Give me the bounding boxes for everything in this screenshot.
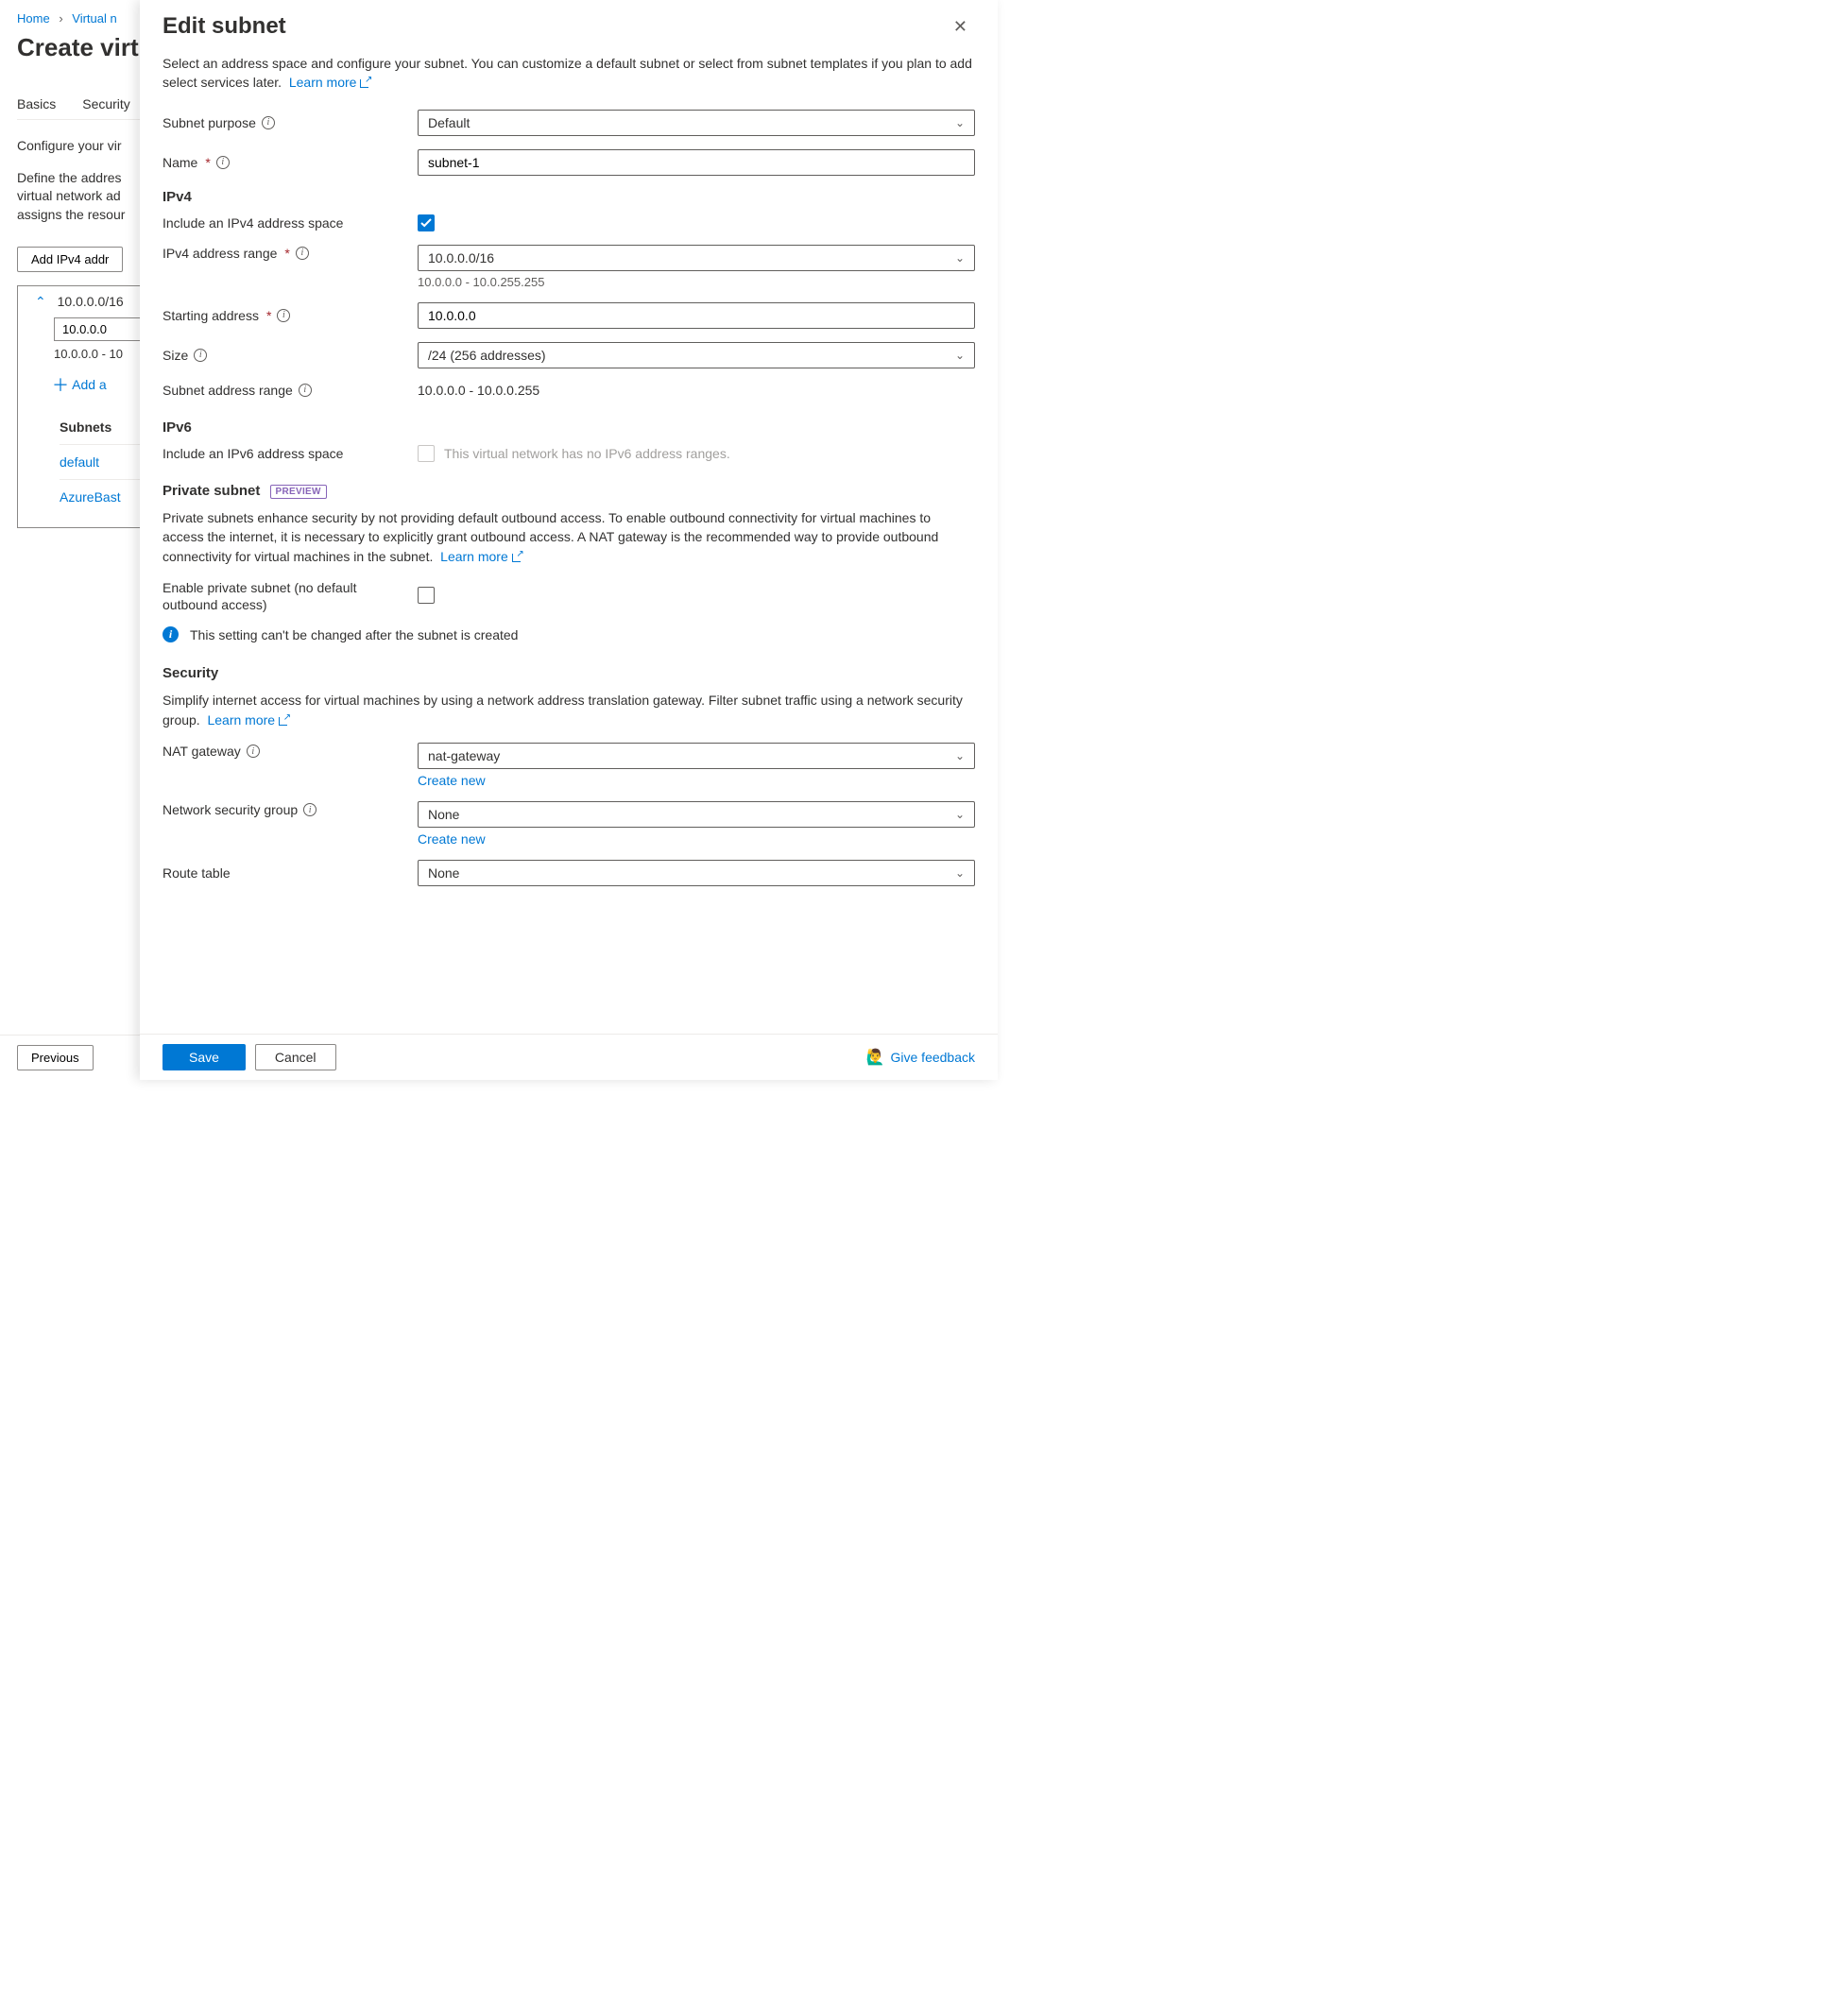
include-ipv4-checkbox[interactable] <box>418 214 435 231</box>
ipv4-range-select[interactable]: 10.0.0.0/16 ⌄ <box>418 245 975 271</box>
preview-badge: PREVIEW <box>270 485 327 499</box>
external-link-icon <box>279 715 289 726</box>
tab-basics[interactable]: Basics <box>17 89 56 119</box>
panel-footer: Save Cancel 🙋‍♂️ Give feedback <box>140 1034 998 1080</box>
name-label: Name* i <box>163 154 418 171</box>
include-ipv4-label: Include an IPv4 address space <box>163 214 418 231</box>
external-link-icon <box>512 552 522 562</box>
starting-address-label: Starting address* i <box>163 307 418 324</box>
learn-more-link[interactable]: Learn more <box>207 712 289 728</box>
panel-title: Edit subnet <box>163 13 286 40</box>
info-icon[interactable]: i <box>299 384 312 397</box>
chevron-down-icon: ⌄ <box>955 749 965 762</box>
tab-security[interactable]: Security <box>82 89 130 119</box>
add-ipv4-button[interactable]: Add IPv4 addr <box>17 247 123 272</box>
breadcrumb-virtual-networks[interactable]: Virtual n <box>72 11 116 26</box>
chevron-up-icon[interactable]: ⌃ <box>35 294 46 310</box>
previous-button[interactable]: Previous <box>17 1045 94 1070</box>
info-icon[interactable]: i <box>247 745 260 758</box>
cancel-button[interactable]: Cancel <box>255 1044 336 1070</box>
edit-subnet-panel: Edit subnet ✕ Select an address space an… <box>140 0 998 1080</box>
nsg-select[interactable]: None ⌄ <box>418 801 975 828</box>
nat-gateway-label: NAT gateway i <box>163 743 418 760</box>
security-description: Simplify internet access for virtual mac… <box>163 691 975 729</box>
enable-private-label: Enable private subnet (no default outbou… <box>163 579 418 613</box>
close-button[interactable]: ✕ <box>946 13 975 41</box>
size-select[interactable]: /24 (256 addresses) ⌄ <box>418 342 975 368</box>
enable-private-checkbox[interactable] <box>418 587 435 604</box>
nsg-create-new-link[interactable]: Create new <box>418 831 486 847</box>
ipv4-range-label: IPv4 address range* i <box>163 245 418 262</box>
subnet-purpose-label: Subnet purpose i <box>163 114 418 131</box>
info-icon[interactable]: i <box>303 803 317 816</box>
private-subnet-description: Private subnets enhance security by not … <box>163 508 975 566</box>
info-icon[interactable]: i <box>216 156 230 169</box>
external-link-icon <box>360 77 370 88</box>
chevron-down-icon: ⌄ <box>955 116 965 129</box>
include-ipv6-label: Include an IPv6 address space <box>163 445 418 462</box>
subnet-purpose-select[interactable]: Default ⌄ <box>418 110 975 136</box>
security-section-header: Security <box>163 665 975 681</box>
nat-gateway-select[interactable]: nat-gateway ⌄ <box>418 743 975 769</box>
subnet-range-label: Subnet address range i <box>163 382 418 399</box>
subnet-range-value: 10.0.0.0 - 10.0.0.255 <box>418 383 539 398</box>
plus-icon: ＋ <box>52 376 69 395</box>
chevron-down-icon: ⌄ <box>955 866 965 880</box>
save-button[interactable]: Save <box>163 1044 246 1070</box>
ipv4-range-hint: 10.0.0.0 - 10.0.255.255 <box>418 275 975 289</box>
feedback-icon: 🙋‍♂️ <box>866 1048 885 1067</box>
nsg-label: Network security group i <box>163 801 418 818</box>
ipv6-section-header: IPv6 <box>163 419 975 436</box>
include-ipv6-checkbox <box>418 445 435 462</box>
ipv4-section-header: IPv4 <box>163 189 975 205</box>
address-cidr: 10.0.0.0/16 <box>58 294 124 309</box>
info-banner: i This setting can't be changed after th… <box>163 626 975 642</box>
give-feedback-link[interactable]: 🙋‍♂️ Give feedback <box>866 1048 975 1067</box>
starting-address-input[interactable] <box>418 302 975 329</box>
name-input[interactable] <box>418 149 975 176</box>
private-subnet-header: Private subnet PREVIEW <box>163 483 975 499</box>
info-icon[interactable]: i <box>277 309 290 322</box>
size-label: Size i <box>163 347 418 364</box>
nat-create-new-link[interactable]: Create new <box>418 773 486 788</box>
learn-more-link[interactable]: Learn more <box>440 549 522 564</box>
info-icon[interactable]: i <box>296 247 309 260</box>
chevron-down-icon: ⌄ <box>955 349 965 362</box>
info-icon[interactable]: i <box>194 349 207 362</box>
chevron-down-icon: ⌄ <box>955 808 965 821</box>
info-icon[interactable]: i <box>262 116 275 129</box>
close-icon: ✕ <box>953 17 967 36</box>
breadcrumb-home[interactable]: Home <box>17 11 50 26</box>
check-icon <box>420 217 432 229</box>
intro-text: Select an address space and configure yo… <box>163 54 975 93</box>
chevron-down-icon: ⌄ <box>955 251 965 265</box>
route-table-select[interactable]: None ⌄ <box>418 860 975 886</box>
info-banner-text: This setting can't be changed after the … <box>190 627 518 642</box>
learn-more-link[interactable]: Learn more <box>289 75 371 90</box>
ipv6-disabled-message: This virtual network has no IPv6 address… <box>444 446 730 461</box>
info-icon: i <box>163 626 179 642</box>
route-table-label: Route table <box>163 865 418 882</box>
